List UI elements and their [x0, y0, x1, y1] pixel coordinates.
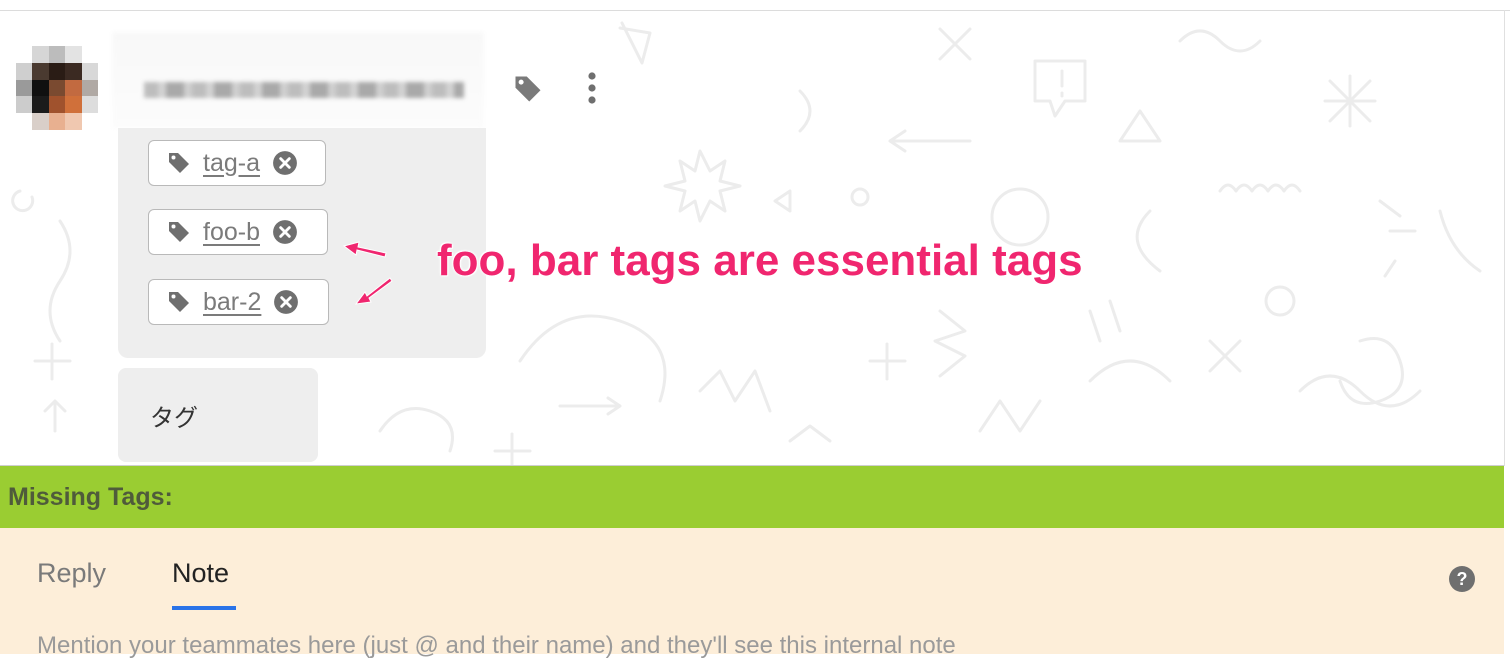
tags-panel: tag-a foo-b bar-2	[118, 128, 486, 358]
annotation-arrows	[342, 241, 393, 305]
tag-icon	[167, 290, 191, 314]
kebab-icon	[588, 72, 596, 104]
tab-reply[interactable]: Reply	[37, 558, 106, 589]
tag-chip: tag-a	[148, 140, 326, 186]
tag-label[interactable]: foo-b	[203, 218, 260, 247]
help-icon[interactable]: ?	[1448, 565, 1476, 593]
active-tab-indicator	[172, 606, 236, 610]
tag-icon	[167, 220, 191, 244]
tag-input[interactable]: タグ	[118, 368, 318, 462]
remove-tag-icon[interactable]	[273, 289, 299, 315]
tag-button[interactable]	[510, 72, 546, 106]
missing-tags-label: Missing Tags:	[8, 482, 173, 511]
tag-chip: bar-2	[148, 279, 329, 325]
tag-input-value: タグ	[150, 404, 198, 432]
remove-tag-icon[interactable]	[272, 150, 298, 176]
remove-tag-icon[interactable]	[272, 219, 298, 245]
tab-note[interactable]: Note	[172, 558, 229, 589]
tag-label[interactable]: bar-2	[203, 288, 261, 317]
tag-chip: foo-b	[148, 209, 328, 255]
tag-label[interactable]: tag-a	[203, 149, 260, 178]
composer: Reply Note ? Mention your teammates here…	[0, 528, 1504, 659]
contact-name-redacted	[112, 32, 484, 128]
annotation-text: foo, bar tags are essential tags	[437, 236, 1083, 285]
missing-tags-bar: Missing Tags:	[0, 466, 1504, 528]
note-input-placeholder[interactable]: Mention your teammates here (just @ and …	[37, 632, 956, 660]
svg-text:?: ?	[1457, 569, 1468, 589]
tag-icon	[515, 76, 541, 102]
tag-icon	[167, 151, 191, 175]
right-border	[1504, 10, 1505, 466]
more-options-button[interactable]	[578, 68, 606, 108]
avatar	[16, 46, 98, 130]
